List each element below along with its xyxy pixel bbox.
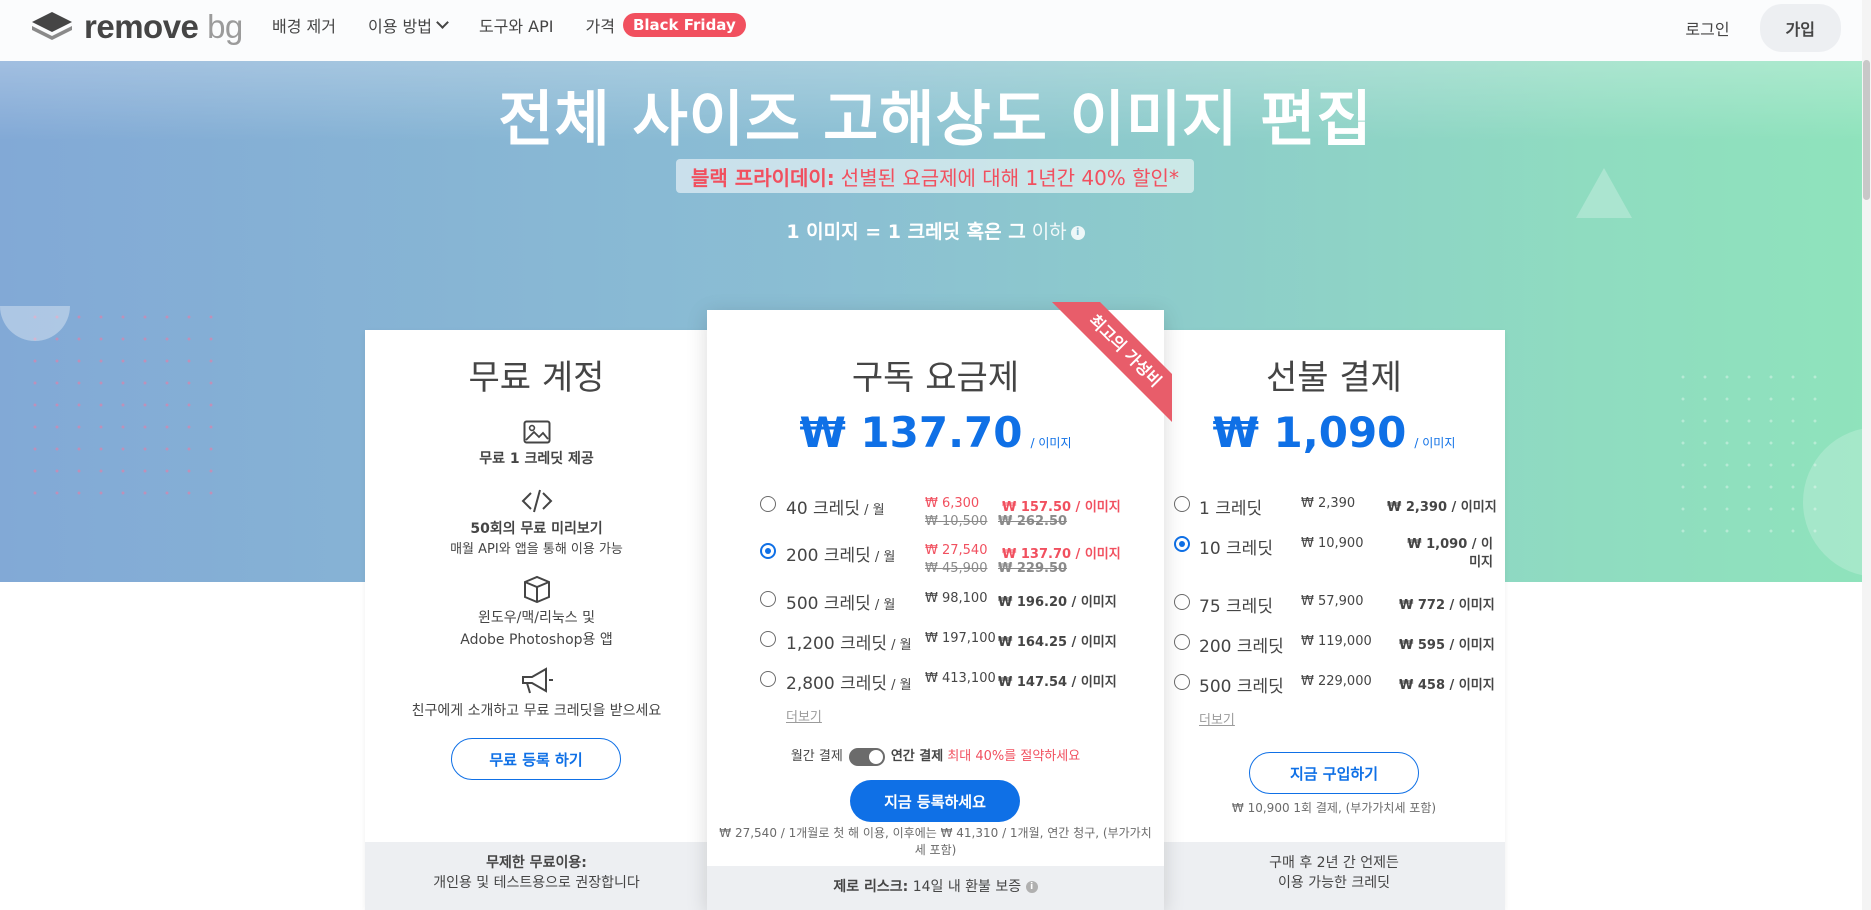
credit-explanation: 1 이미지 = 1 크레딧 혹은 그 이하 i [0,217,1871,244]
radio-button[interactable] [760,671,776,687]
prepaid-footer: 구매 후 2년 간 언제든 이용 가능한 크레딧 [1163,842,1505,910]
scrollbar-thumb[interactable] [1863,60,1870,200]
megaphone-icon [521,667,553,694]
nav-link-pricing[interactable]: 가격 Black Friday [586,13,746,37]
black-friday-promo: 블랙 프라이데이: 선별된 요금제에 대해 1년간 40% 할인* [676,159,1194,193]
radio-button[interactable] [760,543,776,559]
radio-button[interactable] [760,496,776,512]
free-plan-card: 무료 계정 무료 1 크레딧 제공 50회의 무료 미리보기 매월 API와 앱… [365,330,708,910]
feature-desktop-apps: 윈도우/맥/리눅스 및 Adobe Photoshop용 앱 [365,575,708,651]
prepaid-price: ₩ 1,090/ 이미지 [1212,408,1456,457]
black-friday-badge: Black Friday [622,13,746,37]
subscription-option[interactable]: 40 크레딧 / 월 ₩ 6,300 ₩ 157.50 / 이미지 ₩ 10,5… [707,494,1164,529]
free-plan-title: 무료 계정 [468,358,605,398]
radio-button[interactable] [1174,594,1190,610]
prepaid-option[interactable]: 500 크레딧 ₩ 229,000 ₩ 458 / 이미지 [1163,672,1505,706]
radio-button[interactable] [760,631,776,647]
free-plan-footer: 무제한 무료이용: 개인용 및 테스트용으로 권장합니다 [365,842,708,910]
feature-free-previews: 50회의 무료 미리보기 매월 API와 앱을 통해 이용 가능 [365,488,708,557]
radio-button[interactable] [1174,674,1190,690]
prepaid-option[interactable]: 10 크레딧 ₩ 10,900 ₩ 1,090 / 이미지 [1163,534,1505,574]
decorative-triangle [1576,168,1632,218]
logo[interactable]: remove bg [30,8,243,46]
subscribe-now-button[interactable]: 지금 등록하세요 [850,780,1020,822]
signup-button[interactable]: 가입 [1759,4,1841,52]
chevron-down-icon [436,16,449,29]
subscription-option[interactable]: 200 크레딧 / 월 ₩ 27,540 ₩ 137.70 / 이미지 ₩ 45… [707,541,1164,576]
logo-text: remove bg [84,8,243,45]
image-icon [523,420,550,444]
nav-right: 로그인 가입 [1685,4,1841,52]
subscription-more-link[interactable]: 더보기 [786,706,822,725]
top-navigation: remove bg 배경 제거 이용 방법 도구와 API 가격 Black Fr… [0,0,1871,61]
box-icon [523,575,550,603]
info-icon[interactable]: i [1025,881,1038,893]
page-title: 전체 사이즈 고해상도 이미지 편집 [498,85,1373,155]
prepaid-option[interactable]: 1 크레딧 ₩ 2,390 ₩ 2,390 / 이미지 [1163,494,1505,528]
subscription-plan-card: 최고의 가성비 구독 요금제 ₩ 137.70/ 이미지 40 크레딧 / 월 … [707,302,1172,910]
best-value-ribbon: 최고의 가성비 [1042,302,1172,432]
prepaid-plan-card: 선불 결제 ₩ 1,090/ 이미지 1 크레딧 ₩ 2,390 ₩ 2,390… [1163,330,1505,910]
nav-link-remove-bg[interactable]: 배경 제거 [272,13,336,37]
prepaid-option[interactable]: 200 크레딧 ₩ 119,000 ₩ 595 / 이미지 [1163,632,1505,666]
prepaid-fine-print: ₩ 10,900 1회 결제, (부가가치세 포함) [1231,801,1437,815]
billing-toggle[interactable] [848,747,885,766]
feature-referral: 친구에게 소개하고 무료 크레딧을 받으세요 [365,666,708,720]
prepaid-more-link[interactable]: 더보기 [1199,709,1235,728]
subscription-option[interactable]: 1,200 크레딧 / 월 ₩ 197,100 ₩ 164.25 / 이미지 [707,629,1164,663]
nav-link-tools-api[interactable]: 도구와 API [479,13,554,37]
subscription-option[interactable]: 500 크레딧 / 월 ₩ 98,100 ₩ 196.20 / 이미지 [707,589,1164,623]
scrollbar[interactable] [1862,0,1871,910]
login-link[interactable]: 로그인 [1685,16,1729,40]
subscription-option[interactable]: 2,800 크레딧 / 월 ₩ 413,100 ₩ 147.54 / 이미지 [707,669,1164,703]
logo-icon [32,12,72,40]
info-icon[interactable]: i [1070,225,1085,240]
code-icon [521,489,552,513]
nav-links: 배경 제거 이용 방법 도구와 API 가격 Black Friday [272,0,778,50]
subscription-fine-print: ₩ 27,540 / 1개월로 첫 해 이용, 이후에는 ₩ 41,310 / … [719,826,1152,857]
nav-link-how-to[interactable]: 이용 방법 [368,13,449,37]
billing-toggle-row: 월간 결제 연간 결제 최대 40%를 절약하세요 [790,747,1081,766]
radio-button[interactable] [1174,496,1190,512]
radio-button[interactable] [1174,536,1190,552]
buy-now-button[interactable]: 지금 구입하기 [1249,752,1419,794]
decorative-dots-right [1672,366,1822,546]
radio-button[interactable] [760,591,776,607]
feature-free-credit: 무료 1 크레딧 제공 [365,420,708,468]
prepaid-plan-title: 선불 결제 [1266,358,1402,398]
free-signup-button[interactable]: 무료 등록 하기 [451,738,621,780]
subscription-footer: 제로 리스크: 14일 내 환불 보증 i [707,866,1164,910]
prepaid-option[interactable]: 75 크레딧 ₩ 57,900 ₩ 772 / 이미지 [1163,592,1505,626]
radio-button[interactable] [1174,634,1190,650]
